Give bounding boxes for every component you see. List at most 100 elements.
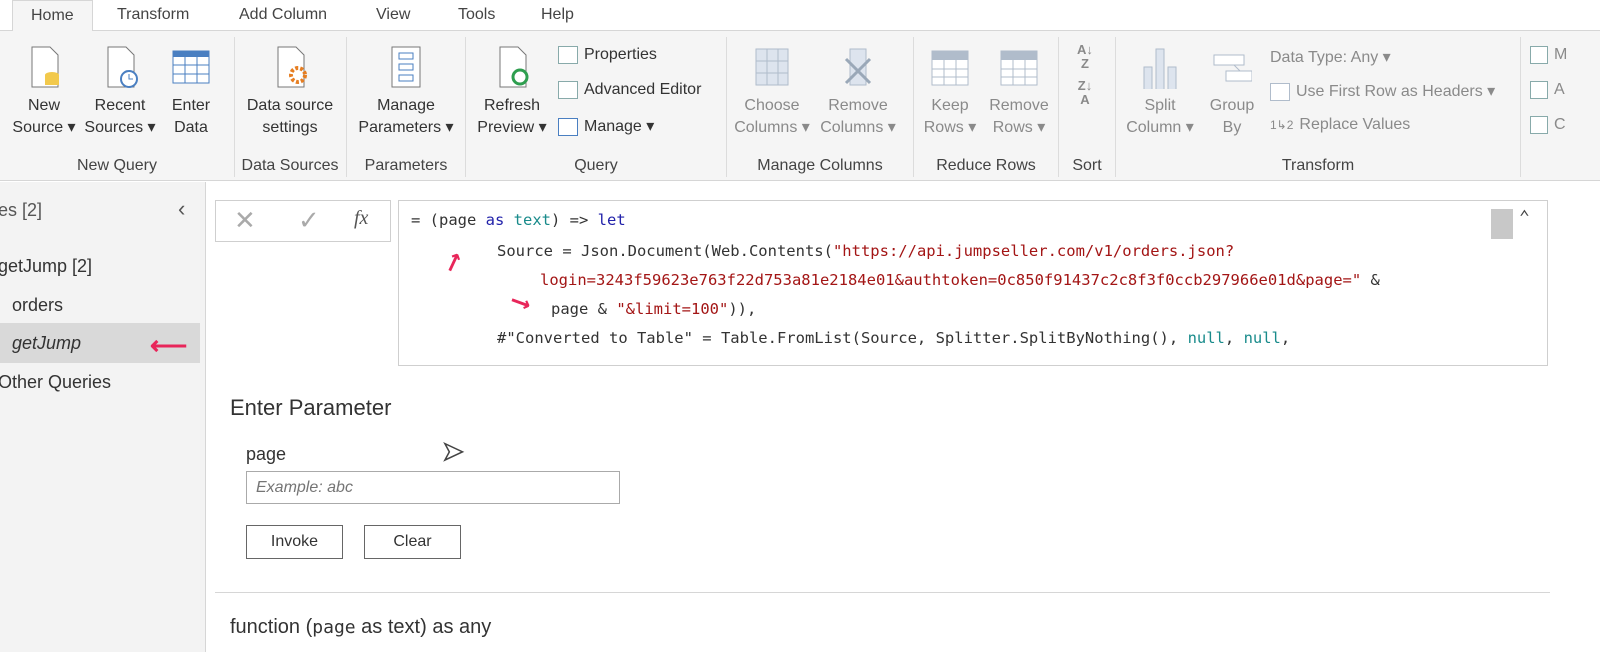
label: Rows ▾ [923, 119, 977, 136]
label: Columns ▾ [820, 119, 896, 136]
append-queries-button[interactable]: A [1530, 81, 1565, 99]
label: Refresh [483, 97, 541, 114]
tab-tools[interactable]: Tools [458, 0, 495, 31]
divider [215, 592, 1550, 593]
use-first-row-as-headers-button[interactable]: Use First Row as Headers ▾ [1270, 81, 1495, 101]
annotation-arrow: ⟶ [435, 248, 470, 276]
group-by-button[interactable]: Group By [1204, 45, 1260, 139]
remove-columns-button[interactable]: Remove Columns ▾ [816, 45, 900, 139]
table-icon [1270, 82, 1290, 101]
group-label-transform: Transform [1281, 157, 1355, 174]
tab-home[interactable]: Home [12, 0, 93, 31]
group-by-icon [1213, 54, 1252, 82]
recent-sources-button[interactable]: Recent Sources ▾ [82, 45, 158, 139]
code-line: login=3243f59623e763f22d753a81e2184e01&a… [540, 271, 1380, 289]
refresh-preview-button[interactable]: Refresh Preview ▾ [472, 45, 552, 139]
formula-editor[interactable]: = (page as text) => let Source = Json.Do… [398, 200, 1548, 366]
data-source-settings-button[interactable]: Data source settings [240, 45, 340, 139]
queries-header: es [2] [0, 200, 43, 220]
tab-add-column[interactable]: Add Column [239, 0, 327, 31]
label: Recent [94, 97, 146, 114]
new-source-icon [31, 46, 59, 88]
combine-icon [1530, 116, 1548, 134]
sort-ascending-icon: A↓ Z [1077, 42, 1093, 71]
scrollbar-thumb[interactable] [1491, 209, 1513, 239]
fx-icon[interactable]: fx [354, 207, 368, 230]
choose-columns-button[interactable]: Choose Columns ▾ [732, 45, 812, 139]
remove-columns-icon [844, 48, 872, 86]
advanced-editor-icon [558, 81, 578, 99]
remove-rows-button[interactable]: Remove Rows ▾ [986, 45, 1052, 139]
group-label-data-sources: Data Sources [241, 157, 339, 174]
tab-transform[interactable]: Transform [117, 0, 189, 31]
invoke-button[interactable]: Invoke [246, 525, 343, 559]
label: Group [1209, 97, 1255, 114]
label: Source ▾ [12, 119, 76, 136]
group-label-manage-columns: Manage Columns [757, 157, 883, 174]
label: settings [262, 119, 318, 136]
queries-pane: es [2] ‹ getJump [2] orders getJump ⟵ Ot… [0, 182, 206, 652]
manage-parameters-button[interactable]: Manage Parameters ▾ [352, 45, 460, 139]
label: M [1554, 46, 1568, 64]
label: Rows ▾ [992, 119, 1046, 136]
sort-ascending-button[interactable]: A↓ Z [1070, 43, 1100, 71]
ribbon: New Source ▾ Recent Sources ▾ Enter Data Ne… [0, 31, 1600, 181]
table-icon [172, 50, 210, 84]
advanced-editor-button[interactable]: Advanced Editor [558, 81, 701, 99]
collapse-chevron-icon[interactable]: ‹ [178, 196, 185, 222]
table-icon [558, 117, 578, 136]
label: Enter [171, 97, 211, 114]
merge-queries-button[interactable]: M [1530, 46, 1567, 64]
divider [234, 37, 235, 177]
label: Sources ▾ [84, 119, 156, 136]
replace-values-button[interactable]: 1↳2 Replace Values [1270, 116, 1410, 134]
properties-button[interactable]: Properties [558, 46, 657, 64]
annotation-arrow: ⟶ [508, 285, 534, 319]
label: By [1222, 119, 1242, 136]
append-icon [1530, 81, 1548, 99]
group-label-sort: Sort [1072, 157, 1102, 174]
combine-files-button[interactable]: C [1530, 116, 1566, 134]
check-icon[interactable]: ✓ [298, 205, 320, 236]
query-group-other[interactable]: Other Queries [0, 372, 111, 393]
label: Choose [744, 97, 800, 114]
annotation-arrow: ⟵ [150, 330, 188, 360]
data-source-settings-icon [277, 46, 307, 88]
sort-descending-button[interactable]: Z↓ A [1070, 79, 1100, 107]
recent-sources-icon [107, 46, 138, 88]
label: New [27, 97, 60, 114]
tab-view[interactable]: View [376, 0, 410, 31]
enter-data-button[interactable]: Enter Data [164, 45, 218, 139]
query-group-getjump[interactable]: getJump [2] [0, 256, 92, 277]
label: Manage [377, 97, 435, 114]
label: Remove [828, 97, 888, 114]
clear-button[interactable]: Clear [364, 525, 461, 559]
keep-rows-button[interactable]: Keep Rows ▾ [920, 45, 980, 139]
cancel-icon[interactable]: ✕ [234, 205, 256, 236]
label: Remove [989, 97, 1049, 114]
split-column-icon [1143, 48, 1177, 89]
collapse-editor-chevron-icon[interactable]: ⌃ [1519, 207, 1530, 228]
label: A [1554, 81, 1565, 99]
data-type-dropdown[interactable]: Data Type: Any ▾ [1270, 47, 1391, 67]
divider [1520, 37, 1521, 177]
replace-values-icon: 1↳2 [1270, 118, 1294, 132]
merge-icon [1530, 46, 1548, 64]
label: Manage ▾ [584, 118, 655, 135]
label: Columns ▾ [734, 119, 810, 136]
page-parameter-input[interactable] [246, 471, 620, 504]
query-item-orders[interactable]: orders [12, 295, 63, 316]
label: Use First Row as Headers ▾ [1296, 83, 1496, 100]
label: Keep [931, 97, 969, 114]
code-line: = (page as text) => let [411, 211, 626, 229]
formula-bar-controls: ✕ ✓ fx [215, 200, 391, 242]
split-column-button[interactable]: Split Column ▾ [1120, 45, 1200, 139]
code-line: #"Converted to Table" = Table.FromList(S… [497, 329, 1291, 347]
tab-help[interactable]: Help [541, 0, 574, 31]
remove-rows-icon [1000, 50, 1038, 86]
label: Replace Values [1299, 116, 1411, 133]
new-source-button[interactable]: New Source ▾ [8, 45, 80, 139]
divider [465, 37, 466, 177]
choose-columns-icon [755, 48, 789, 86]
manage-button[interactable]: Manage ▾ [558, 116, 654, 136]
